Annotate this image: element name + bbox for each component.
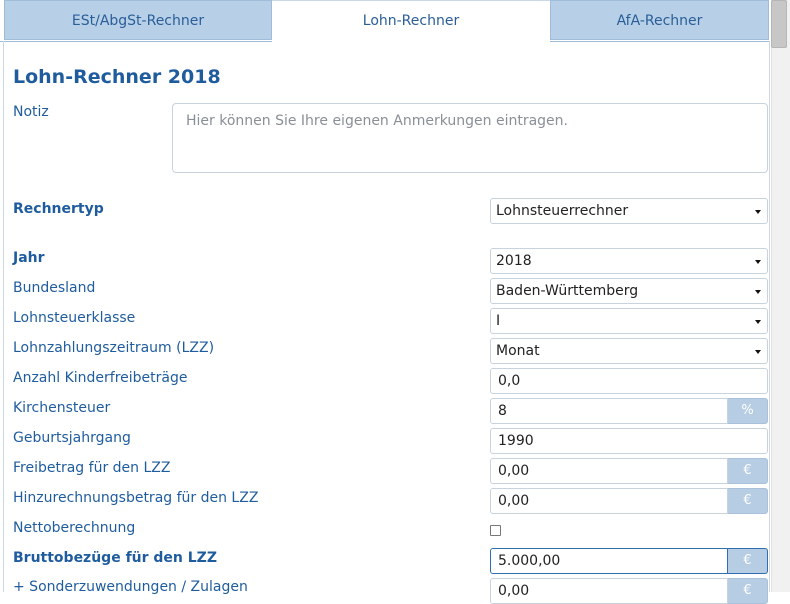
chevron-down-icon xyxy=(755,260,761,264)
tab-afa-rechner[interactable]: AfA-Rechner xyxy=(550,0,769,40)
note-textarea[interactable] xyxy=(172,103,768,173)
sonder-input[interactable] xyxy=(490,578,728,604)
hinzurechnung-label: Hinzurechnungsbetrag für den LZZ xyxy=(13,490,259,506)
tab-lohn-rechner[interactable]: Lohn-Rechner xyxy=(272,0,550,40)
bundesland-label: Bundesland xyxy=(13,280,96,296)
steuerklasse-label: Lohnsteuerklasse xyxy=(13,310,136,326)
kirchensteuer-label: Kirchensteuer xyxy=(13,400,111,416)
jahr-value: 2018 xyxy=(496,253,532,269)
rechnertyp-label: Rechnertyp xyxy=(13,201,104,217)
tab-divider xyxy=(550,41,770,42)
geburtsjahrgang-input[interactable] xyxy=(490,428,768,454)
netto-label: Nettoberechnung xyxy=(13,520,136,536)
panel-border xyxy=(769,41,770,592)
chevron-down-icon xyxy=(755,210,761,214)
steuerklasse-select[interactable]: I xyxy=(490,308,768,334)
kinder-label: Anzahl Kinderfreibeträge xyxy=(13,370,188,386)
percent-addon: % xyxy=(728,398,768,424)
page-title: Lohn-Rechner 2018 xyxy=(13,66,221,88)
panel-border xyxy=(3,41,4,592)
bundesland-select[interactable]: Baden-Württemberg xyxy=(490,278,768,304)
euro-addon: € xyxy=(728,458,768,484)
note-label: Notiz xyxy=(13,104,49,120)
euro-addon: € xyxy=(728,488,768,514)
kinder-input[interactable] xyxy=(490,368,768,394)
brutto-input[interactable] xyxy=(490,548,728,574)
netto-checkbox[interactable] xyxy=(490,525,501,536)
rechnertyp-value: Lohnsteuerrechner xyxy=(496,203,629,219)
jahr-label: Jahr xyxy=(13,250,45,266)
sonder-label: + Sonderzuwendungen / Zulagen xyxy=(13,579,248,595)
scrollbar[interactable] xyxy=(771,0,790,592)
tab-label: AfA-Rechner xyxy=(616,13,703,29)
chevron-down-icon xyxy=(755,290,761,294)
euro-addon: € xyxy=(728,578,768,604)
tab-label: Lohn-Rechner xyxy=(362,13,460,29)
euro-addon: € xyxy=(728,548,768,574)
lzz-select[interactable]: Monat xyxy=(490,338,768,364)
tab-bar: ESt/AbgSt-Rechner Lohn-Rechner AfA-Rechn… xyxy=(0,0,770,42)
tab-label: ESt/AbgSt-Rechner xyxy=(71,13,205,29)
tab-divider xyxy=(0,41,272,42)
brutto-label: Bruttobezüge für den LZZ xyxy=(13,550,217,566)
jahr-select[interactable]: 2018 xyxy=(490,248,768,274)
freibetrag-input[interactable] xyxy=(490,458,728,484)
chevron-down-icon xyxy=(755,320,761,324)
lzz-value: Monat xyxy=(496,343,540,359)
kirchensteuer-input[interactable] xyxy=(490,398,728,424)
bundesland-value: Baden-Württemberg xyxy=(496,283,639,299)
rechnertyp-select[interactable]: Lohnsteuerrechner xyxy=(490,198,768,224)
scrollbar-thumb[interactable] xyxy=(771,0,787,48)
chevron-down-icon xyxy=(755,350,761,354)
hinzurechnung-input[interactable] xyxy=(490,488,728,514)
tab-est-abgst-rechner[interactable]: ESt/AbgSt-Rechner xyxy=(4,0,272,40)
steuerklasse-value: I xyxy=(496,313,501,329)
lzz-label: Lohnzahlungszeitraum (LZZ) xyxy=(13,340,215,356)
geburtsjahrgang-label: Geburtsjahrgang xyxy=(13,430,131,446)
freibetrag-label: Freibetrag für den LZZ xyxy=(13,460,171,476)
